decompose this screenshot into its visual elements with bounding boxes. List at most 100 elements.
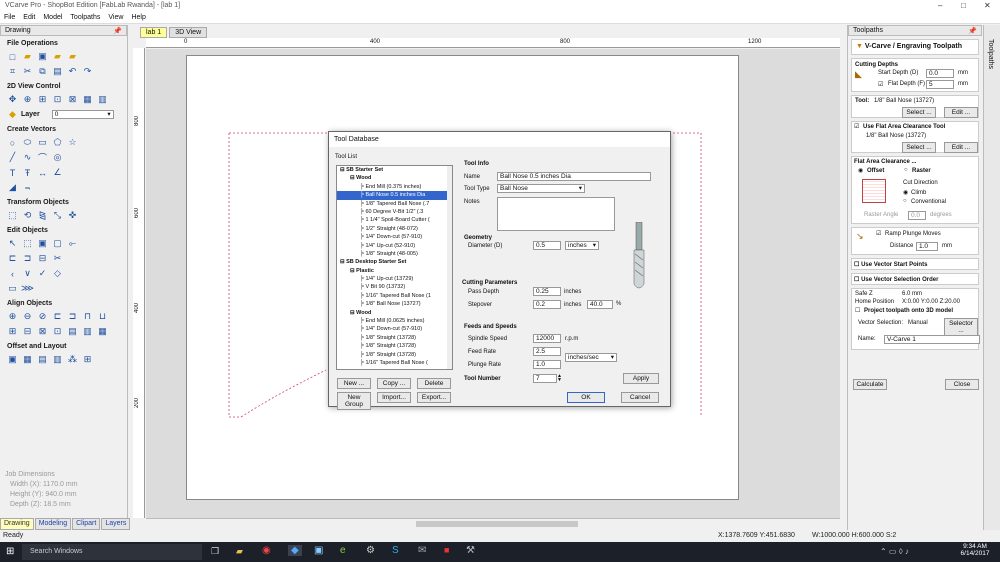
align-vcenter-icon[interactable]: ⊘ [36,311,49,323]
curve-icon[interactable]: ∿ [21,152,34,164]
feed-rate-input[interactable]: 2.5 [533,347,561,356]
selector-button[interactable]: Selector ... [944,318,978,336]
layer-select[interactable]: 0 ▾ [51,110,114,119]
ok-button[interactable]: OK [567,392,605,403]
scroll-thumb[interactable] [416,521,578,527]
tool-tree-item[interactable]: ╞ 1/8" Straight (13728) [337,351,452,359]
stepover-input[interactable]: 0.2 [533,300,561,309]
tab-lab1[interactable]: lab 1 [140,27,168,38]
vector-order-checkbox[interactable]: ☐ [854,277,859,283]
cancel-button[interactable]: Cancel [621,392,659,403]
project-checkbox[interactable]: ☐ [855,307,860,314]
nest-icon[interactable]: ▦ [21,354,34,366]
align-left-icon[interactable]: ⊏ [51,311,64,323]
flat-clearance-checkbox[interactable]: ☑ [854,123,859,130]
align-bottom-icon[interactable]: ⊔ [96,311,109,323]
menu-file[interactable]: File [0,13,19,22]
open-folder-icon[interactable]: ▰ [21,51,34,63]
menu-help[interactable]: Help [127,13,149,22]
line-icon[interactable]: ╱ [6,152,19,164]
crop-icon[interactable]: ⌗ [6,66,19,78]
pass-depth-input[interactable]: 0.25 [533,287,561,296]
text-icon[interactable]: T [6,167,19,179]
diameter-unit-select[interactable]: inches ▾ [565,241,599,250]
import-button[interactable]: Import... [377,392,411,403]
feed-unit-select[interactable]: inches/sec ▾ [565,353,617,362]
flat-tool-edit-button[interactable]: Edit ... [944,142,978,153]
tool-tree-item[interactable]: ⊟ Wood [337,309,452,317]
redo-icon[interactable]: ↷ [81,66,94,78]
polygon-icon[interactable]: ⬠ [51,137,64,149]
ungroup-icon[interactable]: ▢ [51,238,64,250]
align-right-icon[interactable]: ⊐ [66,311,79,323]
pin-icon[interactable]: 📌 [113,27,122,35]
center-h-icon[interactable]: ⊟ [21,326,34,338]
ramp-checkbox[interactable]: ☑ [876,230,881,237]
tab-drawing[interactable]: Drawing [0,518,34,530]
arc-icon[interactable]: ⌒ [36,152,49,164]
v-icon[interactable]: ∨ [21,268,34,280]
apply-button[interactable]: Apply [623,373,659,384]
tool-tree-item[interactable]: ╞ 1/4" Down-cut (57-910) [337,325,452,333]
fillet-icon[interactable]: ‹ [6,268,19,280]
new-file-icon[interactable]: □ [6,51,19,63]
circular-copy-icon[interactable]: ⁂ [66,354,79,366]
plunge-rate-input[interactable]: 1.0 [533,360,561,369]
tab-clipart[interactable]: Clipart [72,518,101,530]
offset-vector-icon[interactable]: ▣ [6,354,19,366]
tool-type-select[interactable]: Ball Nose ▾ [497,184,585,193]
vector-start-checkbox[interactable]: ☐ [854,262,859,268]
align-center-icon[interactable]: ✜ [66,210,79,222]
raster-radio[interactable]: ○ [904,167,908,173]
settings-icon[interactable]: ⚙ [366,545,375,556]
tool-tree[interactable]: ⊟ SB Starter Set ⊟ Wood ╞ End Mill (0.375 … [336,165,453,370]
vcarve-app-icon[interactable]: ◆ [288,545,302,556]
rotate-icon[interactable]: ⟲ [21,210,34,222]
open-recent-icon[interactable]: ▰ [51,51,64,63]
file-explorer-icon[interactable]: ▰ [236,546,243,557]
tool-tree-item[interactable]: ⊟ Wood [337,174,452,182]
circle-icon[interactable]: ○ [6,137,19,149]
star-icon[interactable]: ☆ [66,137,79,149]
tool-tree-item[interactable]: ╞ 1/8" Ball Nose (13727) [337,300,452,308]
mirror-icon[interactable]: ⧎ [36,210,49,222]
close-button[interactable]: Close [945,379,979,390]
extend-icon[interactable]: ◇ [51,268,64,280]
climb-radio[interactable]: ◉ [903,189,908,196]
space-v-icon[interactable]: ▥ [81,326,94,338]
rectangle-icon[interactable]: ▭ [36,137,49,149]
tool-edit-button[interactable]: Edit ... [944,107,978,118]
pan-icon[interactable]: ✥ [6,94,19,106]
notes-textarea[interactable] [497,197,615,231]
trim-icon[interactable]: ⫬ [21,182,34,194]
stepover-percent-input[interactable]: 40.0 [587,300,613,309]
app-icon[interactable]: ▣ [314,545,323,556]
clock[interactable]: 9:34 AM 6/14/2017 [955,543,995,557]
tool-tree-item[interactable]: ╞ 1/16" Tapered Ball Nose ( [337,359,452,367]
weld-icon[interactable]: ⊐ [21,253,34,265]
tool-tree-item[interactable]: ╞ 1/4" Up-cut (52-910) [337,242,452,250]
windows-start-icon[interactable]: ⊞ [6,546,14,557]
search-box[interactable]: Search Windows [22,544,202,560]
center-v-icon[interactable]: ⊠ [36,326,49,338]
node-icon[interactable]: ⬚ [21,238,34,250]
layout-icon[interactable]: ⊞ [81,354,94,366]
tool-tree-item[interactable]: ╞ Ball Nose 0.5 inches Dia [337,191,452,200]
delete-tool-button[interactable]: Delete [417,378,451,389]
flat-depth-input[interactable]: 5 [926,80,954,89]
tool-tree-item[interactable]: ⊟ Plastic [337,267,452,275]
new-tool-button[interactable]: New ... [337,378,371,389]
tool-tree-item[interactable]: ╞ 1/16" Tapered Ball Nose (1 [337,292,452,300]
tool-tree-item[interactable]: ╞ V Bit 90 (13732) [337,283,452,291]
copy-tool-button[interactable]: Copy ... [377,378,411,389]
zoom-selected-icon[interactable]: ⊠ [66,94,79,106]
tool-tree-item[interactable]: ╞ 1/4" Down-cut (57-910) [337,233,452,241]
tool-tree-item[interactable]: ╞ 1/4" Up-cut (13729) [337,275,452,283]
scale-icon[interactable]: ⤡ [51,210,64,222]
mail-icon[interactable]: ✉ [418,545,426,556]
diameter-input[interactable]: 0.5 [533,241,561,250]
zoom-icon[interactable]: ⊕ [21,94,34,106]
tool-tree-item[interactable]: ╞ 1 1/4" Spoil-Board Cutter ( [337,216,452,224]
space-h-icon[interactable]: ▤ [66,326,79,338]
maximize-button[interactable]: □ [961,1,966,10]
